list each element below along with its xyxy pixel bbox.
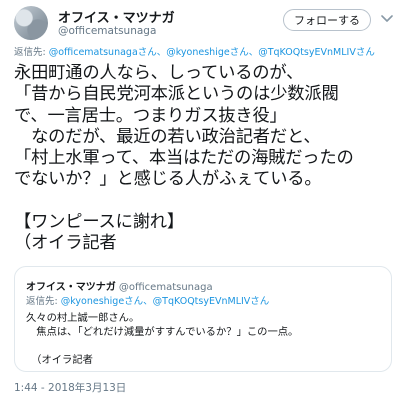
quoted-display-name: オフイス・マツナガ [26, 282, 116, 293]
avatar[interactable] [14, 6, 48, 40]
quoted-tweet[interactable]: オフイス・マツナガ @officematsunaga 返信先: @kyonesh… [14, 266, 392, 372]
quoted-handle: @officematsunaga [118, 282, 213, 293]
chevron-down-icon[interactable] [379, 10, 395, 26]
tweet-line: （オイラ記者 [14, 233, 117, 254]
quoted-line [26, 339, 298, 353]
quoted-line: （オイラ記者 [26, 354, 93, 366]
quoted-reply-to: 返信先: @kyoneshigeさん、@TqKOQtsyEVnMLIVさん [26, 293, 269, 307]
tweet-line: 【ワンピースに謝れ】 [14, 212, 184, 233]
quoted-text: 久々の村上誠一郎さん。 焦点は、「どれだけ減量がすすんでいるか？」この一点。 （… [26, 311, 298, 367]
tweet-text: 永田町通の人なら、しっているのが、 「昔から自民党河本派というのは少数派閥 で、… [14, 63, 399, 255]
tweet-line: なのだが、最近の若い政治記者だと、 [14, 126, 321, 147]
tweet-timestamp[interactable]: 1:44 - 2018年3月13日 [14, 380, 126, 395]
tweet-line: 「昔から自民党河本派というのは少数派閥 [14, 84, 339, 105]
author-handle[interactable]: @officematsunaga [58, 25, 156, 37]
tweet-line: 「村上水軍って、本当はただの海賊だったの [14, 148, 354, 169]
reply-to-users[interactable]: @officematsunagaさん、@kyoneshigeさん、@TqKOQt… [49, 47, 375, 58]
tweet-line: でないか？」と感じる人がふぇている。 [14, 169, 322, 190]
tweet-header: オフイス・マツナガ @officematsunaga フォローする [14, 6, 394, 40]
quoted-line: 久々の村上誠一郎さん。 [26, 312, 140, 324]
quoted-author: オフイス・マツナガ @officematsunaga [26, 278, 213, 293]
tweet-line: で、一言居士。つまりガス抜き役」 [14, 105, 287, 126]
tweet-line: 永田町通の人なら、しっているのが、 [14, 63, 304, 83]
quoted-line: 焦点は、「どれだけ減量がすすんでいるか？」この一点。 [26, 326, 299, 338]
reply-to-prefix: 返信先: [14, 47, 49, 58]
quoted-reply-users: @kyoneshigeさん、@TqKOQtsyEVnMLIVさん [60, 296, 270, 307]
quoted-reply-prefix: 返信先: [26, 296, 61, 307]
tweet-line [14, 191, 399, 212]
author-display-name[interactable]: オフイス・マツナガ [58, 7, 175, 26]
reply-to-line: 返信先: @officematsunagaさん、@kyoneshigeさん、@T… [14, 44, 375, 58]
follow-button[interactable]: フォローする [283, 9, 371, 31]
